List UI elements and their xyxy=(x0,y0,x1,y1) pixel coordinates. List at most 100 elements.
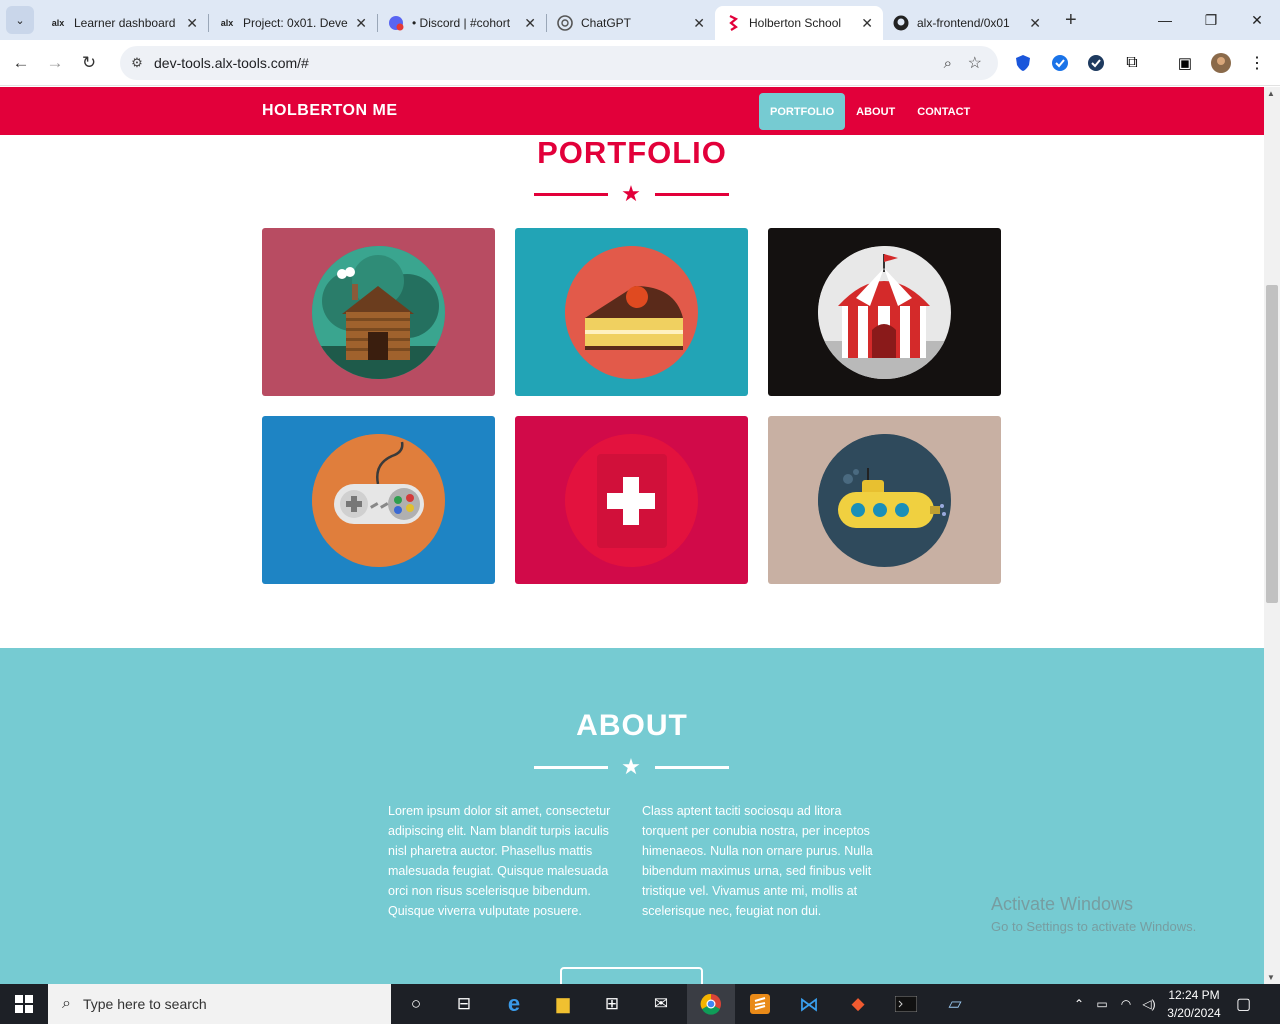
safe-plus-icon xyxy=(565,433,698,567)
restore-icon[interactable]: ❐ xyxy=(1188,12,1234,29)
download-button[interactable] xyxy=(560,967,703,984)
shield-extension-icon[interactable] xyxy=(1012,52,1034,74)
close-icon[interactable]: ✕ xyxy=(693,15,705,32)
check-extension-icon[interactable] xyxy=(1049,52,1071,74)
edge-icon[interactable]: e xyxy=(490,984,538,1024)
site-brand[interactable]: HOLBERTON ME xyxy=(262,102,397,120)
site-nav: PORTFOLIO ABOUT CONTACT xyxy=(759,93,981,130)
store-icon[interactable]: ⊞ xyxy=(588,984,636,1024)
page-viewport: HOLBERTON ME PORTFOLIO ABOUT CONTACT POR… xyxy=(0,87,1264,984)
close-icon[interactable]: ✕ xyxy=(1029,15,1041,32)
divider-line xyxy=(534,193,608,196)
close-window-icon[interactable]: ✕ xyxy=(1234,12,1280,29)
close-icon[interactable]: ✕ xyxy=(861,15,873,32)
cake-slice-icon xyxy=(565,245,698,379)
reload-icon[interactable]: ↻ xyxy=(72,53,106,73)
activate-windows-subtitle: Go to Settings to activate Windows. xyxy=(991,919,1197,934)
mail-icon[interactable]: ✉ xyxy=(637,984,685,1024)
cortana-icon[interactable]: ○ xyxy=(392,984,440,1024)
task-view-icon[interactable]: ⊟ xyxy=(440,984,488,1024)
submarine-icon xyxy=(818,433,951,567)
chatgpt-icon xyxy=(557,15,573,31)
zoom-icon[interactable]: ⌕ xyxy=(944,55,952,72)
github-icon xyxy=(893,15,909,31)
portfolio-item-circus[interactable] xyxy=(768,228,1001,396)
profile-avatar[interactable] xyxy=(1210,52,1232,74)
close-icon[interactable]: ✕ xyxy=(355,15,367,32)
windows-start-icon[interactable] xyxy=(0,984,48,1024)
minimize-icon[interactable]: — xyxy=(1142,12,1188,28)
close-icon[interactable]: ✕ xyxy=(186,15,198,32)
side-panel-icon[interactable]: ▣ xyxy=(1174,52,1196,74)
circus-tent-icon xyxy=(818,245,951,379)
tab-search-button[interactable]: ⌄ xyxy=(6,6,34,34)
terminal-icon[interactable] xyxy=(882,984,930,1024)
divider-line xyxy=(655,766,729,769)
bookmark-star-icon[interactable]: ☆ xyxy=(968,53,982,73)
about-text-left: Lorem ipsum dolor sit amet, consectetur … xyxy=(388,804,611,918)
tab-discord[interactable]: • Discord | #cohort ✕ xyxy=(378,6,546,40)
portfolio-item-safe[interactable] xyxy=(515,416,748,584)
tab-holberton[interactable]: Holberton School ✕ xyxy=(715,6,883,40)
scroll-up-icon[interactable]: ▲ xyxy=(1267,89,1275,98)
tab-title: alx-frontend/0x01 xyxy=(917,16,1010,30)
tab-learner-dashboard[interactable]: alx Learner dashboard ✕ xyxy=(40,6,208,40)
url-text[interactable]: dev-tools.alx-tools.com/# xyxy=(154,55,309,71)
notepad-icon[interactable]: ▱ xyxy=(931,984,979,1024)
tab-github[interactable]: alx-frontend/0x01 ✕ xyxy=(883,6,1051,40)
page-scrollbar[interactable]: ▲ ▼ xyxy=(1264,87,1280,984)
git-icon[interactable]: ◆ xyxy=(834,984,882,1024)
tab-title: ChatGPT xyxy=(581,16,632,30)
tab-project[interactable]: alx Project: 0x01. Deve ✕ xyxy=(209,6,377,40)
site-navbar: HOLBERTON ME PORTFOLIO ABOUT CONTACT xyxy=(0,87,1264,135)
nav-contact[interactable]: CONTACT xyxy=(906,93,981,130)
search-icon: ⌕ xyxy=(62,995,71,1012)
extensions-puzzle-icon[interactable]: ⧉ xyxy=(1121,52,1143,74)
divider-line xyxy=(655,193,729,196)
tab-title: • Discord | #cohort xyxy=(412,16,511,30)
game-controller-icon xyxy=(312,433,445,567)
divider-line xyxy=(534,766,608,769)
scroll-down-icon[interactable]: ▼ xyxy=(1267,973,1275,982)
activate-windows-title: Activate Windows xyxy=(991,894,1134,914)
alx-icon: alx xyxy=(220,18,234,28)
battery-icon[interactable]: ▭ xyxy=(1090,997,1114,1011)
sublime-text-icon[interactable] xyxy=(736,984,784,1024)
taskbar-clock[interactable]: 12:24 PM 3/20/2024 xyxy=(1162,986,1226,1022)
holberton-icon xyxy=(725,15,741,31)
verified-extension-icon[interactable] xyxy=(1085,52,1107,74)
about-divider: ★ xyxy=(534,754,729,780)
clock-date: 3/20/2024 xyxy=(1167,1006,1221,1020)
close-icon[interactable]: ✕ xyxy=(524,15,536,32)
tab-title: Holberton School xyxy=(749,16,842,30)
new-tab-button[interactable]: + xyxy=(1065,9,1077,32)
wifi-icon[interactable]: ◠ xyxy=(1114,997,1138,1011)
tab-chatgpt[interactable]: ChatGPT ✕ xyxy=(547,6,715,40)
scrollbar-thumb[interactable] xyxy=(1266,285,1278,603)
site-info-icon[interactable]: ⚙ xyxy=(120,55,154,71)
tab-title: Project: 0x01. Deve xyxy=(243,16,348,30)
chevron-up-icon[interactable]: ⌃ xyxy=(1068,997,1090,1011)
file-explorer-icon[interactable]: ▆ xyxy=(539,984,587,1024)
portfolio-item-submarine[interactable] xyxy=(768,416,1001,584)
taskbar-search-input[interactable]: ⌕ Type here to search xyxy=(48,984,391,1024)
menu-kebab-icon[interactable]: ⋮ xyxy=(1246,52,1268,74)
window-controls: — ❐ ✕ xyxy=(1142,0,1280,40)
address-bar[interactable]: ⚙ dev-tools.alx-tools.com/# ⌕ ☆ xyxy=(120,46,998,80)
portfolio-item-controller[interactable] xyxy=(262,416,495,584)
back-icon[interactable]: ← xyxy=(4,53,38,73)
volume-icon[interactable]: ◁) xyxy=(1138,997,1160,1011)
chrome-icon[interactable] xyxy=(687,984,735,1024)
vscode-icon[interactable]: ⋈ xyxy=(785,984,833,1024)
log-cabin-icon xyxy=(312,245,445,379)
windows-taskbar: ⌕ Type here to search ○ ⊟ e ▆ ⊞ ✉ ⋈ ◆ ▱ … xyxy=(0,984,1280,1024)
notifications-icon[interactable]: ▢ xyxy=(1236,994,1251,1014)
portfolio-item-cabin[interactable] xyxy=(262,228,495,396)
nav-portfolio[interactable]: PORTFOLIO xyxy=(759,93,846,130)
star-icon: ★ xyxy=(621,754,641,779)
tab-strip: ⌄ alx Learner dashboard ✕ alx Project: 0… xyxy=(0,0,1280,40)
nav-about[interactable]: ABOUT xyxy=(845,93,906,130)
clock-time: 12:24 PM xyxy=(1168,988,1220,1002)
forward-icon[interactable]: → xyxy=(38,53,72,73)
portfolio-item-cake[interactable] xyxy=(515,228,748,396)
